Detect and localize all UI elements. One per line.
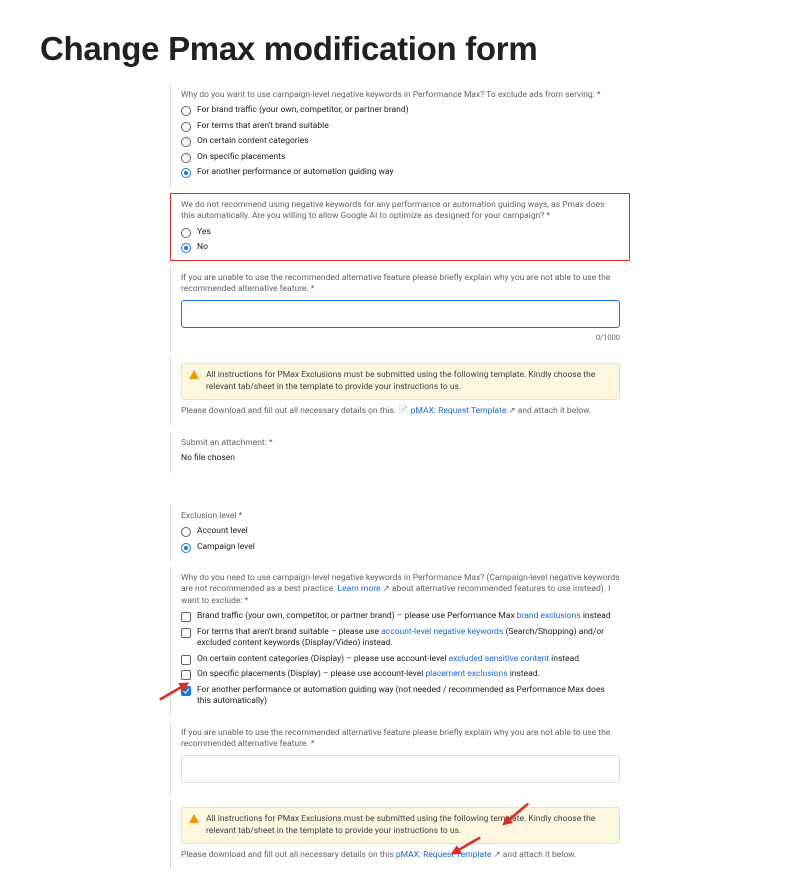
option-4[interactable]: For another performance or automation gu…	[181, 167, 620, 178]
option-label: On specific placements	[197, 152, 285, 163]
option-label: On certain content categories (Display) …	[197, 654, 579, 665]
learn-more-link[interactable]: Learn more	[338, 584, 381, 594]
download-pre: Please download and fill out all necessa…	[181, 850, 396, 860]
checkbox-icon	[181, 628, 191, 638]
explain-textarea-2[interactable]	[181, 755, 620, 783]
q-ai-warning-text: We do not recommend using negative keywo…	[181, 200, 619, 223]
panel-top: Why do you want to use campaign-level ne…	[170, 78, 630, 479]
radio-icon	[181, 137, 191, 147]
attachment-label: Submit an attachment: *	[181, 438, 620, 449]
page-title: Change Pmax modification form	[40, 30, 760, 68]
q-reason-options: For brand traffic (your own, competitor,…	[181, 105, 620, 178]
option-label: On certain content categories	[197, 136, 309, 147]
panel-bottom: Exclusion level * Account level Campaign…	[170, 499, 630, 875]
chk-4[interactable]: For another performance or automation gu…	[181, 685, 620, 708]
option-label: For another performance or automation gu…	[197, 685, 620, 708]
template-link-2[interactable]: pMAX: Request Template	[396, 850, 492, 860]
checklist-intro: Why do you need to use campaign-level ne…	[181, 573, 620, 607]
option-label: For terms that aren't brand suitable – p…	[197, 627, 620, 650]
option-0[interactable]: For brand traffic (your own, competitor,…	[181, 105, 620, 116]
option-2[interactable]: On certain content categories	[181, 136, 620, 147]
download-line-2: Please download and fill out all necessa…	[181, 850, 620, 861]
checkbox-icon	[181, 612, 191, 622]
checklist-options: Brand traffic (your own, competitor, or …	[181, 611, 620, 707]
template-link[interactable]: pMAX: Request Template	[411, 406, 507, 416]
option-label: On specific placements (Display) – pleas…	[197, 669, 540, 680]
radio-icon	[181, 106, 191, 116]
template-alert-text: All instructions for PMax Exclusions mus…	[206, 370, 595, 391]
q-explain-2-text: If you are unable to use the recommended…	[181, 728, 620, 751]
inline-link[interactable]: excluded sensitive content	[449, 654, 549, 664]
chk-2[interactable]: On certain content categories (Display) …	[181, 654, 620, 665]
file-status[interactable]: No file chosen	[181, 453, 620, 464]
q-explain-text: If you are unable to use the recommended…	[181, 273, 620, 296]
option-label: For terms that aren't brand suitable	[197, 121, 329, 132]
checkbox-icon	[181, 655, 191, 665]
q-reason-checklist: Why do you need to use campaign-level ne…	[170, 567, 630, 716]
document-icon: 📄	[398, 406, 411, 416]
template-block-2: All instructions for PMax Exclusions mus…	[170, 801, 630, 869]
template-block: All instructions for PMax Exclusions mus…	[170, 357, 630, 425]
chk-3[interactable]: On specific placements (Display) – pleas…	[181, 669, 620, 680]
chk-1[interactable]: For terms that aren't brand suitable – p…	[181, 627, 620, 650]
radio-icon	[181, 122, 191, 132]
q-attachment: Submit an attachment: * No file chosen	[170, 432, 630, 473]
template-alert-text: All instructions for PMax Exclusions mus…	[206, 814, 595, 835]
q-ai-warning-options: Yes No	[181, 227, 619, 254]
radio-icon	[181, 527, 191, 537]
radio-icon	[181, 168, 191, 178]
option-3[interactable]: On specific placements	[181, 152, 620, 163]
option-label: No	[197, 242, 208, 253]
q-explain-2: If you are unable to use the recommended…	[170, 722, 630, 795]
download-pre: Please download and fill out all necessa…	[181, 406, 398, 416]
q-reason-text: Why do you want to use campaign-level ne…	[181, 90, 620, 101]
opt-campaign[interactable]: Campaign level	[181, 542, 620, 553]
option-label: For another performance or automation gu…	[197, 167, 394, 178]
opt-account[interactable]: Account level	[181, 526, 620, 537]
exclusion-level-text: Exclusion level *	[181, 511, 620, 522]
char-counter: 0/1000	[181, 333, 620, 343]
q-explain: If you are unable to use the recommended…	[170, 267, 630, 352]
download-post: ↗ and attach it below.	[491, 850, 576, 860]
template-alert-2: All instructions for PMax Exclusions mus…	[181, 807, 620, 844]
radio-icon	[181, 228, 191, 238]
inline-link[interactable]: brand exclusions	[517, 611, 581, 621]
download-post: ↗ and attach it below.	[506, 406, 591, 416]
template-alert: All instructions for PMax Exclusions mus…	[181, 363, 620, 400]
panels: Why do you want to use campaign-level ne…	[0, 78, 800, 875]
opt-yes[interactable]: Yes	[181, 227, 619, 238]
inline-link[interactable]: placement exclusions	[425, 669, 507, 679]
q-reason: Why do you want to use campaign-level ne…	[170, 84, 630, 187]
option-1[interactable]: For terms that aren't brand suitable	[181, 121, 620, 132]
download-line: Please download and fill out all necessa…	[181, 406, 620, 417]
option-label: Brand traffic (your own, competitor, or …	[197, 611, 611, 622]
option-label: For brand traffic (your own, competitor,…	[197, 105, 409, 116]
q-exclusion-level: Exclusion level * Account level Campaign…	[170, 505, 630, 561]
radio-icon	[181, 243, 191, 253]
option-label: Account level	[197, 526, 248, 537]
radio-icon	[181, 543, 191, 553]
radio-icon	[181, 153, 191, 163]
q-ai-warning: We do not recommend using negative keywo…	[170, 193, 630, 261]
warning-icon	[189, 370, 199, 379]
opt-no[interactable]: No	[181, 242, 619, 253]
inline-link[interactable]: account-level negative keywords	[381, 627, 503, 637]
option-label: Yes	[197, 227, 211, 238]
option-label: Campaign level	[197, 542, 255, 553]
warning-icon	[189, 814, 199, 823]
chk-0[interactable]: Brand traffic (your own, competitor, or …	[181, 611, 620, 622]
explain-textarea[interactable]	[181, 300, 620, 328]
